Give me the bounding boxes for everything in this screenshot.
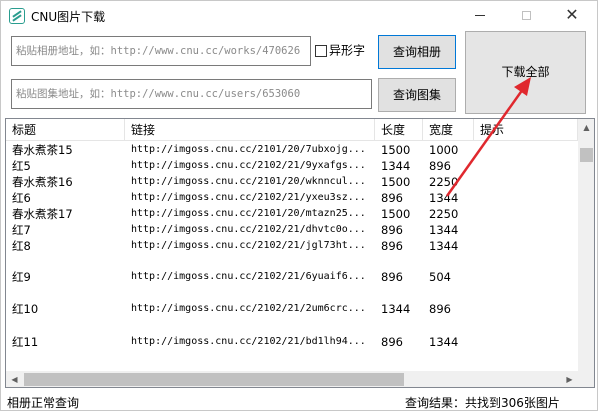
row-link: http://imgoss.cnu.cc/2102/21/dhvtc0o...	[131, 224, 366, 235]
maximize-button[interactable]	[503, 1, 549, 31]
row-title: 红6	[12, 191, 31, 205]
row-link: http://imgoss.cnu.cc/2102/21/2um6crc...	[131, 303, 366, 314]
row-length: 896	[381, 191, 403, 205]
horizontal-scroll-thumb[interactable]	[24, 373, 404, 386]
app-logo-icon	[9, 8, 25, 24]
row-width: 1344	[429, 223, 459, 237]
row-width: 504	[429, 270, 451, 284]
row-length: 896	[381, 335, 403, 349]
minimize-button[interactable]	[457, 1, 503, 31]
row-length: 1344	[381, 302, 411, 316]
row-width: 1344	[429, 239, 459, 253]
query-album-button[interactable]: 查询相册	[378, 35, 456, 69]
row-title: 红5	[12, 159, 31, 173]
result-table[interactable]: 标题 链接 长度 宽度 提示 春水煮茶15 http://imgoss.cnu.c…	[5, 118, 595, 388]
scroll-left-icon[interactable]: ◀	[6, 371, 23, 387]
close-icon: ✕	[565, 5, 579, 24]
row-length: 1500	[381, 207, 411, 221]
column-header-hint[interactable]: 提示	[474, 119, 578, 141]
vertical-scrollbar[interactable]: ▲	[578, 119, 594, 371]
row-length: 896	[381, 223, 403, 237]
row-length: 1344	[381, 159, 411, 173]
scroll-right-icon[interactable]: ▶	[561, 371, 578, 387]
app-window: CNU图片下载 ✕ 粘贴相册地址，如：http://www.cnu.cc/wor…	[0, 0, 598, 411]
row-link: http://imgoss.cnu.cc/2101/20/7ubxojg...	[131, 144, 366, 155]
row-title: 红9	[12, 270, 31, 284]
row-link: http://imgoss.cnu.cc/2101/20/mtazn25...	[131, 208, 366, 219]
table-row[interactable]: 红6 http://imgoss.cnu.cc/2102/21/yxeu3sz..…	[6, 190, 578, 206]
table-row[interactable]: 红10 http://imgoss.cnu.cc/2102/21/2um6crc.…	[6, 301, 578, 317]
column-header-link[interactable]: 链接	[125, 119, 375, 141]
maximize-icon	[521, 10, 531, 20]
row-width: 2250	[429, 175, 459, 189]
table-row[interactable]: 红9 http://imgoss.cnu.cc/2102/21/6yuaif6..…	[6, 269, 578, 285]
status-message: 相册正常查询	[7, 396, 80, 410]
row-title: 春水煮茶17	[12, 207, 73, 221]
download-all-button[interactable]: 下载全部	[465, 31, 586, 114]
row-width: 1344	[429, 191, 459, 205]
column-header-width[interactable]: 宽度	[423, 119, 474, 141]
title-bar: CNU图片下载 ✕	[1, 1, 597, 31]
table-row[interactable]: 红5 http://imgoss.cnu.cc/2102/21/9yxafgs..…	[6, 158, 578, 174]
row-link: http://imgoss.cnu.cc/2102/21/6yuaif6...	[131, 271, 366, 282]
minimize-icon	[475, 14, 485, 16]
row-link: http://imgoss.cnu.cc/2102/21/yxeu3sz...	[131, 192, 366, 203]
row-title: 红11	[12, 335, 39, 349]
table-row[interactable]: 红7 http://imgoss.cnu.cc/2102/21/dhvtc0o..…	[6, 222, 578, 238]
variant-checkbox[interactable]	[315, 44, 327, 57]
row-width: 896	[429, 302, 451, 316]
row-link: http://imgoss.cnu.cc/2102/21/jgl73ht...	[131, 240, 366, 251]
set-url-input[interactable]: 粘贴图集地址，如：http://www.cnu.cc/users/653060	[11, 79, 372, 109]
table-row[interactable]: 春水煮茶16 http://imgoss.cnu.cc/2101/20/wknnc…	[6, 174, 578, 190]
row-link: http://imgoss.cnu.cc/2102/21/bd1lh94...	[131, 336, 366, 347]
row-length: 1500	[381, 175, 411, 189]
row-width: 1000	[429, 143, 459, 157]
row-length: 896	[381, 239, 403, 253]
table-row[interactable]: 春水煮茶15 http://imgoss.cnu.cc/2101/20/7ubxo…	[6, 142, 578, 158]
column-header-title[interactable]: 标题	[6, 119, 125, 141]
scroll-up-icon[interactable]: ▲	[578, 119, 594, 136]
scrollbar-corner	[578, 371, 594, 387]
column-header-length[interactable]: 长度	[375, 119, 423, 141]
album-url-input[interactable]: 粘贴相册地址，如：http://www.cnu.cc/works/470626	[11, 36, 311, 66]
row-width: 896	[429, 159, 451, 173]
table-row[interactable]: 春水煮茶17 http://imgoss.cnu.cc/2101/20/mtazn…	[6, 206, 578, 222]
vertical-scroll-thumb[interactable]	[580, 148, 593, 162]
close-button[interactable]: ✕	[549, 1, 595, 31]
row-title: 春水煮茶16	[12, 175, 73, 189]
row-title: 春水煮茶15	[12, 143, 73, 157]
window-title: CNU图片下载	[31, 10, 106, 24]
table-row[interactable]: 红8 http://imgoss.cnu.cc/2102/21/jgl73ht..…	[6, 238, 578, 254]
row-title: 红7	[12, 223, 31, 237]
row-link: http://imgoss.cnu.cc/2101/20/wknncul...	[131, 176, 366, 187]
variant-checkbox-group[interactable]: 异形字	[315, 42, 365, 58]
row-length: 1500	[381, 143, 411, 157]
status-result: 查询结果：共找到306张图片	[405, 396, 560, 410]
query-set-button[interactable]: 查询图集	[378, 78, 456, 112]
table-row[interactable]: 红11 http://imgoss.cnu.cc/2102/21/bd1lh94.…	[6, 334, 578, 350]
row-width: 1344	[429, 335, 459, 349]
row-width: 2250	[429, 207, 459, 221]
row-title: 红10	[12, 302, 39, 316]
variant-checkbox-label: 异形字	[329, 43, 366, 58]
row-title: 红8	[12, 239, 31, 253]
row-length: 896	[381, 270, 403, 284]
horizontal-scrollbar[interactable]: ◀ ▶	[6, 371, 578, 387]
row-link: http://imgoss.cnu.cc/2102/21/9yxafgs...	[131, 160, 366, 171]
table-header: 标题 链接 长度 宽度 提示	[6, 119, 578, 141]
